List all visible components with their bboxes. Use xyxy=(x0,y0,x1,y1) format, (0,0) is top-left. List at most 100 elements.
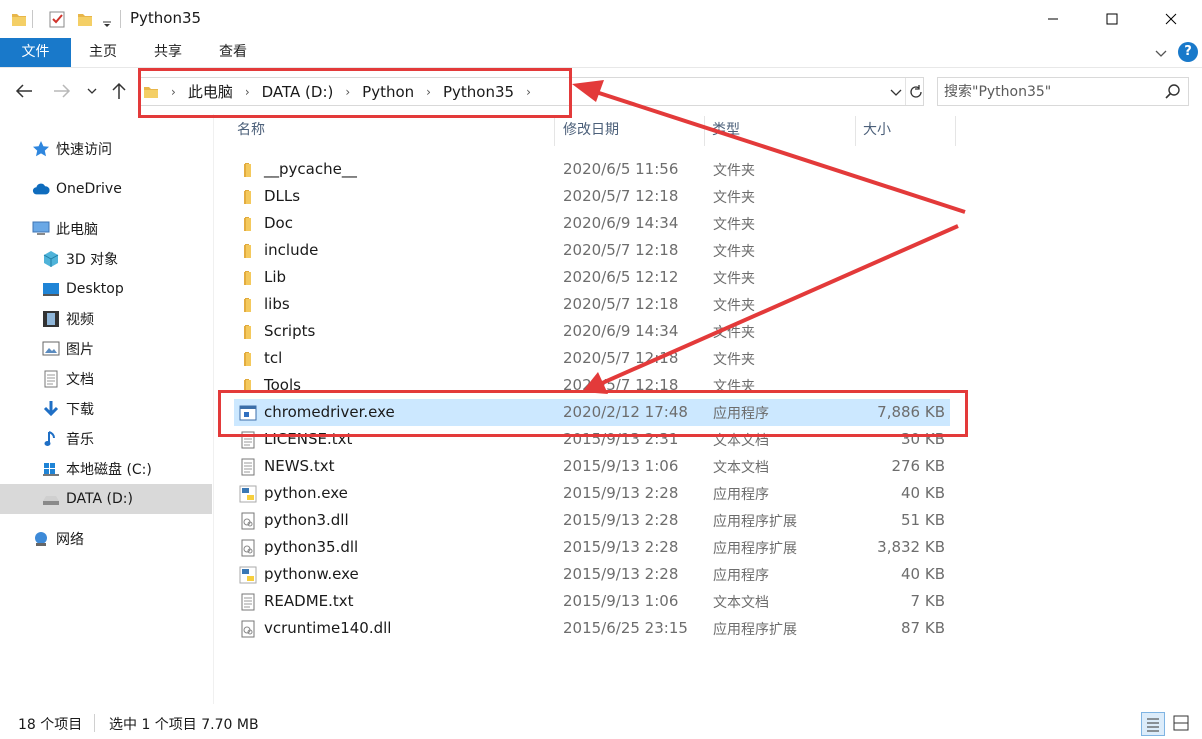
sidebar-item-label: 音乐 xyxy=(66,432,94,448)
file-type: 文件夹 xyxy=(713,352,755,368)
sidebar-item-music[interactable]: 音乐 xyxy=(0,424,212,454)
file-name: Doc xyxy=(264,214,293,232)
title-bar: Python35 xyxy=(0,0,1202,38)
close-button[interactable] xyxy=(1148,0,1194,38)
file-name: pythonw.exe xyxy=(264,565,359,583)
details-view-icon xyxy=(1147,718,1159,732)
tab-file[interactable]: 文件 xyxy=(0,38,71,67)
file-date: 2015/9/13 2:28 xyxy=(563,484,679,502)
search-input[interactable] xyxy=(944,81,1154,102)
file-name: python3.dll xyxy=(264,511,349,529)
crumb-this-pc[interactable]: 此电脑 xyxy=(188,81,233,102)
file-row[interactable]: python35.dll 2015/9/13 2:28 应用程序扩展 3,832 KB xyxy=(234,534,950,561)
file-row[interactable]: chromedriver.exe 2020/2/12 17:48 应用程序 7,886… xyxy=(234,399,950,426)
minimize-button[interactable] xyxy=(1030,0,1076,38)
file-row[interactable]: NEWS.txt 2015/9/13 1:06 文本文档 276 KB xyxy=(234,453,950,480)
tab-share[interactable]: 共享 xyxy=(145,38,191,67)
address-bar[interactable]: › 此电脑 › DATA (D:) › Python › Python35 › xyxy=(138,77,924,106)
search-icon[interactable] xyxy=(1164,83,1182,101)
file-row[interactable]: python.exe 2015/9/13 2:28 应用程序 40 KB xyxy=(234,480,950,507)
file-row[interactable]: Doc 2020/6/9 14:34 文件夹 xyxy=(234,210,950,237)
recent-locations-button[interactable] xyxy=(82,79,102,103)
desktop-icon xyxy=(42,280,60,298)
refresh-button[interactable] xyxy=(905,78,925,105)
crumb-data-drive[interactable]: DATA (D:) xyxy=(262,83,334,101)
sidebar-item-network[interactable]: 网络 xyxy=(0,524,212,554)
file-date: 2020/6/9 14:34 xyxy=(563,322,679,340)
divider xyxy=(94,714,95,732)
file-date: 2015/9/13 1:06 xyxy=(563,592,679,610)
file-type: 文件夹 xyxy=(713,379,755,395)
file-row[interactable]: tcl 2020/5/7 12:18 文件夹 xyxy=(234,345,950,372)
tab-home[interactable]: 主页 xyxy=(80,38,126,67)
file-type: 文本文档 xyxy=(713,595,769,611)
column-divider[interactable] xyxy=(955,116,956,146)
exe-icon xyxy=(238,403,258,423)
file-row[interactable]: README.txt 2015/9/13 1:06 文本文档 7 KB xyxy=(234,588,950,615)
file-name: python35.dll xyxy=(264,538,359,556)
file-row[interactable]: Lib 2020/6/5 12:12 文件夹 xyxy=(234,264,950,291)
forward-button[interactable] xyxy=(50,79,74,103)
column-header-type[interactable]: 类型 xyxy=(712,114,852,147)
large-icons-view-button[interactable] xyxy=(1170,712,1194,736)
tab-view[interactable]: 查看 xyxy=(210,38,256,67)
sidebar-item-data-d[interactable]: DATA (D:) xyxy=(0,484,212,514)
column-divider[interactable] xyxy=(704,116,705,146)
file-date: 2015/9/13 2:31 xyxy=(563,430,679,448)
file-row[interactable]: pythonw.exe 2015/9/13 2:28 应用程序 40 KB xyxy=(234,561,950,588)
file-row[interactable]: Scripts 2020/6/9 14:34 文件夹 xyxy=(234,318,950,345)
sidebar-item-local-disk-c[interactable]: 本地磁盘 (C:) xyxy=(0,454,212,484)
up-button[interactable] xyxy=(107,79,131,103)
sidebar-item-videos[interactable]: 视频 xyxy=(0,304,212,334)
crumb-python[interactable]: Python xyxy=(362,83,414,101)
properties-icon[interactable] xyxy=(48,9,66,29)
chevron-down-icon[interactable] xyxy=(887,82,905,102)
details-view-button[interactable] xyxy=(1141,712,1165,736)
column-divider[interactable] xyxy=(855,116,856,146)
sidebar-item-downloads[interactable]: 下载 xyxy=(0,394,212,424)
cube-icon xyxy=(42,250,60,268)
column-header-size[interactable]: 大小 xyxy=(863,114,953,147)
maximize-button[interactable] xyxy=(1089,0,1135,38)
file-row[interactable]: Tools 2020/5/7 12:18 文件夹 xyxy=(234,372,950,399)
sidebar-item-pictures[interactable]: 图片 xyxy=(0,334,212,364)
file-row[interactable]: include 2020/5/7 12:18 文件夹 xyxy=(234,237,950,264)
sidebar-item-this-pc[interactable]: 此电脑 xyxy=(0,214,212,244)
divider xyxy=(32,10,33,28)
file-row[interactable]: __pycache__ 2020/6/5 11:56 文件夹 xyxy=(234,156,950,183)
sidebar-item-documents[interactable]: 文档 xyxy=(0,364,212,394)
chevron-right-icon[interactable]: › xyxy=(526,85,531,99)
folder-icon xyxy=(238,160,258,180)
new-folder-icon[interactable] xyxy=(76,9,94,29)
close-icon xyxy=(1165,13,1177,25)
chevron-down-icon xyxy=(87,88,97,94)
search-box[interactable] xyxy=(937,77,1189,106)
item-count: 18 个项目 xyxy=(18,717,83,733)
sidebar-item-3d-objects[interactable]: 3D 对象 xyxy=(0,244,212,274)
file-row[interactable]: libs 2020/5/7 12:18 文件夹 xyxy=(234,291,950,318)
sidebar-item-quick-access[interactable]: 快速访问 xyxy=(0,134,212,164)
file-row[interactable]: LICENSE.txt 2015/9/13 2:31 文本文档 30 KB xyxy=(234,426,950,453)
column-header-name[interactable]: 名称 xyxy=(237,114,547,147)
sidebar-item-onedrive[interactable]: OneDrive xyxy=(0,174,212,204)
back-button[interactable] xyxy=(12,79,36,103)
file-size: 87 KB xyxy=(901,619,945,637)
file-name: libs xyxy=(264,295,290,313)
customize-toolbar-icon[interactable] xyxy=(98,9,116,29)
file-date: 2015/9/13 1:06 xyxy=(563,457,679,475)
network-icon xyxy=(32,530,50,548)
file-type: 应用程序扩展 xyxy=(713,514,797,530)
file-row[interactable]: vcruntime140.dll 2015/6/25 23:15 应用程序扩展 87 … xyxy=(234,615,950,642)
film-icon xyxy=(42,310,60,328)
sidebar-item-desktop[interactable]: Desktop xyxy=(0,274,212,304)
windows-drive-icon xyxy=(42,460,60,478)
column-divider[interactable] xyxy=(554,116,555,146)
file-row[interactable]: DLLs 2020/5/7 12:18 文件夹 xyxy=(234,183,950,210)
file-type: 应用程序 xyxy=(713,568,769,584)
expand-ribbon-icon[interactable] xyxy=(1152,44,1170,62)
column-header-date[interactable]: 修改日期 xyxy=(563,114,703,147)
help-icon[interactable]: ? xyxy=(1178,42,1198,62)
crumb-python35[interactable]: Python35 xyxy=(443,83,514,101)
file-row[interactable]: python3.dll 2015/9/13 2:28 应用程序扩展 51 KB xyxy=(234,507,950,534)
file-size: 3,832 KB xyxy=(877,538,945,556)
